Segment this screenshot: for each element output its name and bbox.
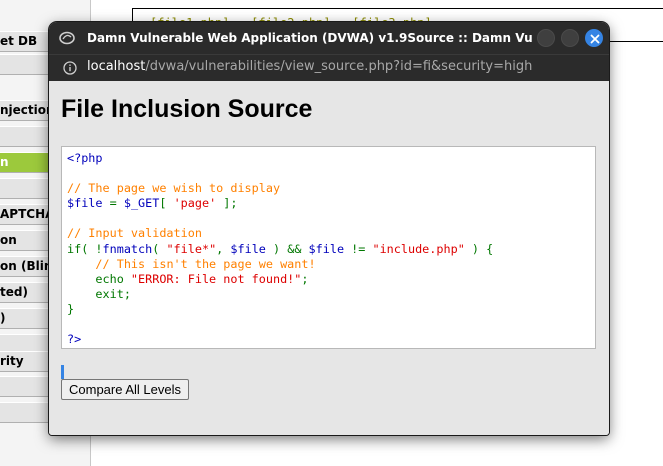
- code-token: =: [109, 196, 124, 211]
- code-line: if( !fnmatch( "file*", $file ) && $file …: [67, 242, 590, 257]
- code-token: ?>: [67, 332, 82, 347]
- code-line: // This isn't the page we want!: [67, 257, 590, 272]
- code-token: ) {: [471, 241, 494, 256]
- code-line: ?>: [67, 332, 590, 347]
- code-token: $_GET: [123, 196, 160, 211]
- url-path: /dvwa/vulnerabilities/view_source.php?id…: [145, 59, 533, 74]
- code-token: }: [67, 301, 75, 316]
- url-host: localhost: [87, 59, 146, 74]
- minimize-button[interactable]: [537, 29, 555, 47]
- code-line: exit;: [67, 287, 590, 302]
- source-code-block: <?php// The page we wish to display $file…: [61, 146, 596, 349]
- page-title: File Inclusion Source: [61, 95, 313, 123]
- app-logo-icon: [59, 31, 75, 45]
- info-icon[interactable]: [63, 61, 77, 75]
- code-line: echo "ERROR: File not found!";: [67, 272, 590, 287]
- code-token: echo: [67, 271, 131, 286]
- text-cursor: [61, 365, 64, 379]
- compare-all-levels-button[interactable]: Compare All Levels: [61, 379, 189, 400]
- code-line: // The page we wish to display: [67, 181, 590, 196]
- close-icon: [590, 34, 600, 44]
- code-line: // Input validation: [67, 226, 590, 241]
- code-token: fnmatch: [102, 241, 153, 256]
- code-token: exit;: [67, 286, 131, 301]
- address-bar[interactable]: localhost/dvwa/vulnerabilities/view_sour…: [49, 54, 609, 81]
- code-token: ,: [216, 241, 231, 256]
- url-text[interactable]: localhost/dvwa/vulnerabilities/view_sour…: [87, 55, 532, 79]
- code-line: <?php: [67, 151, 590, 166]
- code-token: $file: [308, 241, 352, 256]
- code-token: // Input validation: [67, 226, 202, 241]
- close-button[interactable]: [585, 29, 603, 47]
- page-content: File Inclusion Source <?php // The page w…: [49, 81, 609, 435]
- code-token: "file*": [166, 241, 217, 256]
- code-token: "ERROR: File not found!": [130, 271, 302, 286]
- code-token: ;: [301, 271, 309, 286]
- code-token: if( !: [67, 241, 103, 256]
- code-line: $file = $_GET[ 'page' ];: [67, 196, 590, 211]
- code-token: // The page we wish to display: [67, 181, 281, 196]
- window-titlebar[interactable]: Damn Vulnerable Web Application (DVWA) v…: [49, 22, 609, 54]
- code-line: }: [67, 302, 590, 317]
- code-token: $file: [67, 196, 110, 211]
- code-token: ) &&: [273, 241, 309, 256]
- view-source-window: Damn Vulnerable Web Application (DVWA) v…: [49, 22, 609, 435]
- code-token: ];: [216, 196, 238, 211]
- code-token: (: [152, 241, 167, 256]
- code-token: 'page': [173, 196, 217, 211]
- code-token: [: [159, 196, 174, 211]
- code-token: "include.php": [372, 241, 472, 256]
- window-title: Damn Vulnerable Web Application (DVWA) v…: [87, 31, 533, 45]
- code-token: !=: [351, 241, 373, 256]
- code-token: $file: [230, 241, 274, 256]
- maximize-button[interactable]: [561, 29, 579, 47]
- code-token: <?php: [67, 151, 103, 165]
- code-token: // This isn't the page we want!: [95, 256, 316, 271]
